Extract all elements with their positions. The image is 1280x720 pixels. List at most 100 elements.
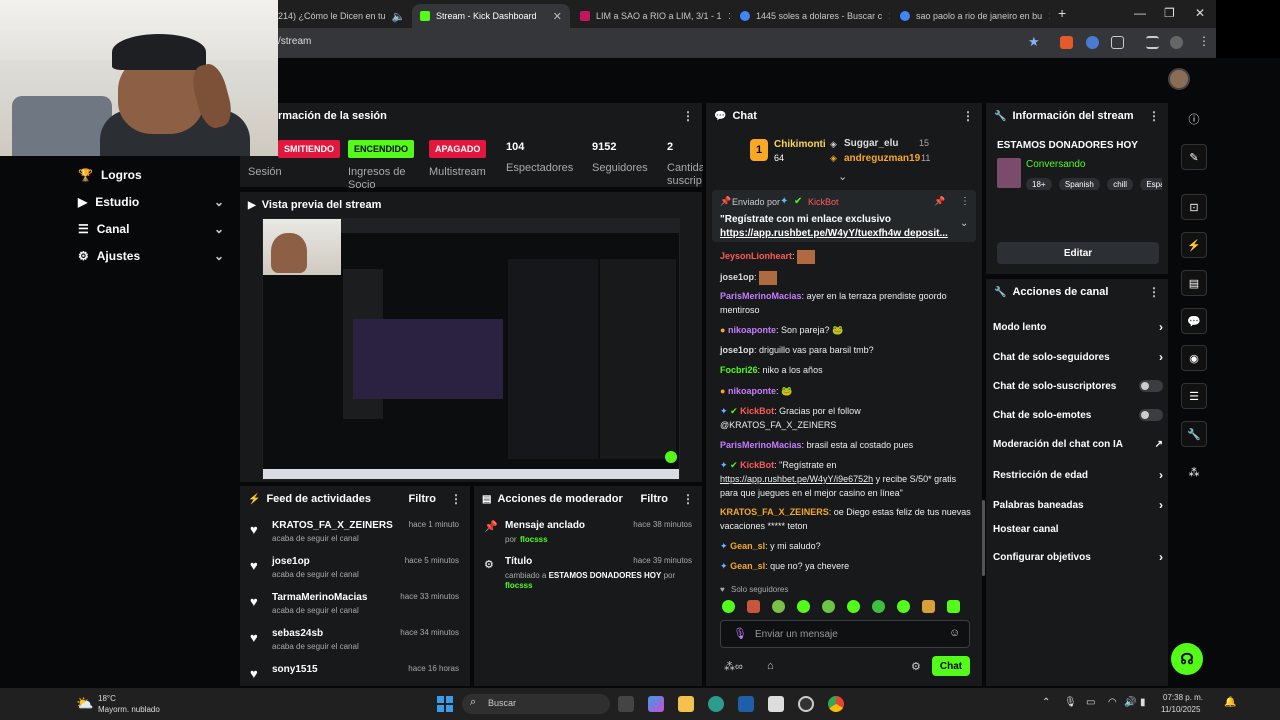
chat-username[interactable]: KickBot (740, 460, 774, 470)
follower-name[interactable]: sony1515 (272, 664, 318, 675)
microphone-icon[interactable]: 🎙 (1064, 697, 1077, 708)
unpin-icon[interactable]: 📌 (934, 196, 945, 207)
browser-tab-2[interactable]: Stream - Kick Dashboard ✕ (412, 4, 570, 28)
moderator-name[interactable]: flocsss (505, 581, 533, 590)
obs-icon[interactable] (798, 696, 814, 712)
chrome-icon[interactable] (828, 696, 844, 712)
top-supporter-name[interactable]: Chikimonti (774, 139, 826, 150)
emote-icon[interactable] (722, 600, 735, 613)
emote-icon[interactable] (822, 600, 835, 613)
volume-icon[interactable]: 🔊 (1124, 697, 1136, 708)
pinned-sender[interactable]: KickBot (808, 197, 839, 207)
taskbar-search[interactable]: ⌕ Buscar (462, 694, 610, 714)
broadcast-icon[interactable]: ◉ (1181, 345, 1207, 371)
apps-icon[interactable]: ⁂ (1181, 459, 1207, 485)
more-icon[interactable]: ⋮ (682, 109, 694, 123)
emote-icon[interactable] (872, 600, 885, 613)
more-icon[interactable]: ⋮ (1148, 109, 1160, 123)
bolt-icon[interactable]: ⚡ (1181, 232, 1207, 258)
browser-tab-1[interactable]: 214) ¿Cómo le Dicen en tu 🔈 ✕ (270, 4, 410, 28)
emote-icon[interactable] (797, 600, 810, 613)
notification-icon[interactable]: 🔔 (1224, 697, 1236, 708)
info-icon[interactable]: ⓘ (1181, 106, 1207, 132)
close-icon[interactable]: ✕ (722, 10, 730, 23)
extension-icon[interactable] (1060, 36, 1073, 49)
toggle[interactable] (1139, 409, 1163, 421)
follower-name[interactable]: TarmaMerinoMacias (272, 592, 367, 603)
copilot-icon[interactable] (648, 696, 664, 712)
pinned-link[interactable]: https://app.rushbet.pe/W4yY/tuexfh4w dep… (720, 228, 948, 239)
collapse-icon[interactable]: ⌄ (838, 170, 847, 183)
action-followers-only[interactable]: Chat de solo-seguidores › (993, 350, 1163, 364)
chat-input[interactable]: 🎙 Enviar un mensaje ☺ (720, 620, 970, 648)
follower-name[interactable]: jose1op (272, 556, 310, 567)
filter-button[interactable]: Filtro (409, 493, 437, 505)
minimize-icon[interactable]: — (1134, 6, 1146, 20)
more-icon[interactable]: ⋮ (682, 492, 694, 506)
target-icon[interactable]: ⊡ (1181, 194, 1207, 220)
emote-icon[interactable] (847, 600, 860, 613)
battery-icon[interactable]: ▮ (1140, 697, 1146, 708)
clock-time[interactable]: 07:38 p. m. (1163, 693, 1203, 702)
infinity-icon[interactable]: ⁂∞ (724, 660, 743, 673)
emote-icon[interactable] (922, 600, 935, 613)
chat-username[interactable]: Gean_sl (730, 561, 765, 571)
action-age-restriction[interactable]: Restricción de edad › (993, 468, 1163, 482)
chat-username[interactable]: nikoaponte (728, 325, 776, 335)
moderator-name[interactable]: flocsss (520, 535, 548, 544)
emote-icon[interactable] (947, 600, 960, 613)
nav-item-logros[interactable]: 🏆 Logros (78, 168, 224, 182)
send-chat-button[interactable]: Chat (932, 656, 970, 676)
wrench-icon[interactable]: 🔧 (1181, 421, 1207, 447)
more-icon[interactable]: ⋮ (962, 109, 974, 123)
star-icon[interactable]: ★ (1028, 34, 1040, 50)
emote-icon[interactable] (772, 600, 785, 613)
category-name[interactable]: Conversando (1026, 159, 1085, 170)
action-host-channel[interactable]: Hostear canal (993, 524, 1163, 535)
second-supporter-name[interactable]: Suggar_elu (844, 138, 898, 149)
chevron-down-icon[interactable]: ⌄ (960, 218, 968, 229)
toggle[interactable] (1139, 380, 1163, 392)
profile-icon[interactable] (1170, 36, 1183, 49)
chat-username[interactable]: ParisMerinoMacias (720, 440, 802, 450)
url-field[interactable]: /stream (278, 36, 311, 47)
emote-icon[interactable] (897, 600, 910, 613)
chat-username[interactable]: Gean_sl (730, 541, 765, 551)
puzzle-icon[interactable] (1111, 36, 1124, 49)
chat-username[interactable]: KickBot (740, 406, 774, 416)
close-window-icon[interactable]: ✕ (1195, 6, 1205, 20)
emoji-icon[interactable]: ☺ (949, 627, 960, 639)
support-icon[interactable]: ☊ (1171, 643, 1203, 675)
browser-tab-5[interactable]: sao paolo a rio de janeiro en bu ✕ (892, 4, 1050, 28)
action-banned-words[interactable]: Palabras baneadas › (993, 498, 1163, 512)
follower-name[interactable]: sebas24sb (272, 628, 323, 639)
new-tab-button[interactable]: + (1058, 5, 1066, 21)
action-ai-moderation[interactable]: Moderación del chat con IA ↗ (993, 439, 1163, 450)
chat-username[interactable]: jose1op (720, 345, 754, 355)
stream-preview-video[interactable] (262, 218, 680, 480)
gear-icon[interactable]: ⚙ (911, 660, 921, 673)
chat-link[interactable]: https://app.rushbet.pe/W4yY/i9e6752h (720, 474, 873, 484)
action-slow-mode[interactable]: Modo lento › (993, 320, 1163, 334)
windows-start-icon[interactable] (437, 696, 453, 712)
filter-button[interactable]: Filtro (641, 493, 669, 505)
display-icon[interactable]: ▭ (1086, 697, 1095, 708)
weather-icon[interactable]: ⛅ (76, 695, 93, 712)
close-icon[interactable]: ✕ (547, 10, 562, 23)
task-view-icon[interactable] (618, 696, 634, 712)
moderation-icon[interactable]: ☰ (1181, 383, 1207, 409)
microphone-icon[interactable]: 🎙 (733, 627, 747, 640)
browser-tab-4[interactable]: 1445 soles a dolares - Buscar c ✕ (732, 4, 890, 28)
more-icon[interactable]: ⋮ (450, 492, 462, 506)
chat-username[interactable]: KRATOS_FA_X_ZEINERS (720, 507, 829, 517)
action-goals[interactable]: Configurar objetivos › (993, 550, 1163, 564)
chat-scrollbar[interactable] (982, 500, 985, 576)
menu-icon[interactable]: ⋮ (1198, 34, 1210, 48)
nav-item-estudio[interactable]: ▶ Estudio ⌄ (78, 195, 224, 209)
edge-icon[interactable] (708, 696, 724, 712)
notepad-icon[interactable] (768, 696, 784, 712)
store-icon[interactable] (738, 696, 754, 712)
clock-date[interactable]: 11/10/2025 (1161, 705, 1200, 714)
more-icon[interactable]: ⋮ (960, 196, 970, 207)
close-icon[interactable]: ✕ (405, 10, 410, 23)
